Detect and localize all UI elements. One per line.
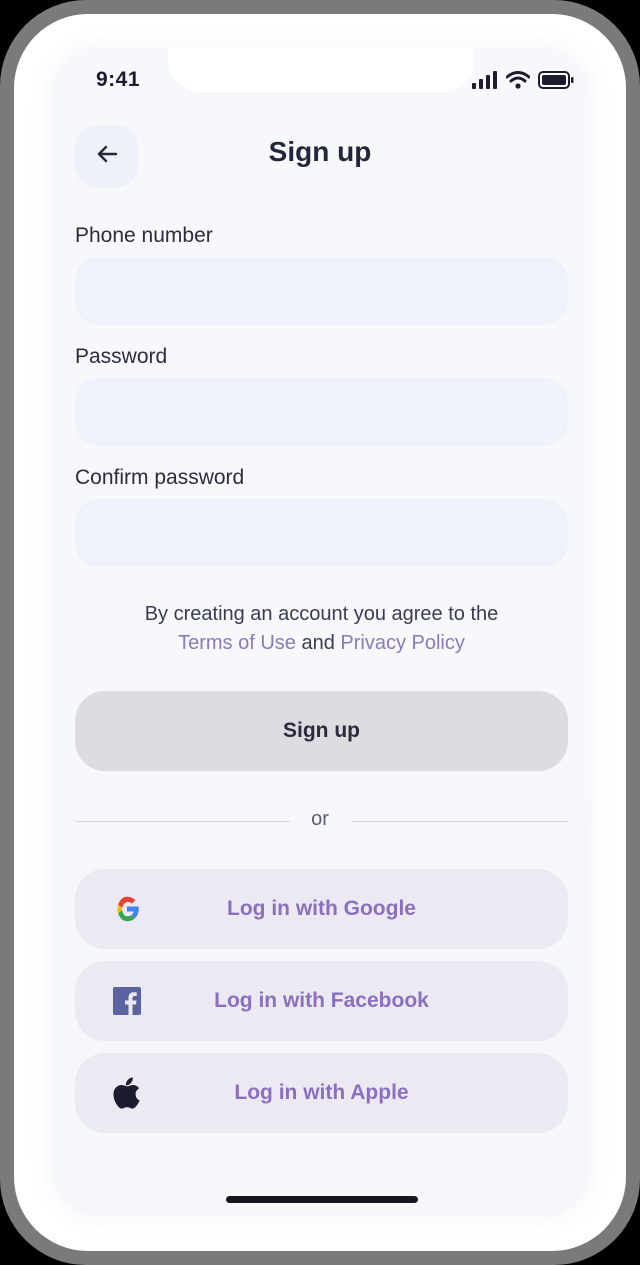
- signal-icon: [472, 70, 498, 94]
- divider-or: or: [311, 808, 329, 830]
- divider-line-left: [75, 821, 290, 822]
- confirm-password-input[interactable]: [75, 499, 568, 567]
- terms-of-use-link[interactable]: Terms of Use: [178, 632, 296, 654]
- arrow-left-icon: [96, 145, 118, 168]
- battery-icon: [538, 70, 574, 94]
- wifi-icon: [505, 70, 531, 94]
- facebook-login-label: Log in with Facebook: [214, 989, 429, 1012]
- home-indicator: [226, 1196, 418, 1203]
- terms-notice: By creating an account you agree to the …: [75, 600, 568, 658]
- privacy-policy-link[interactable]: Privacy Policy: [340, 632, 464, 654]
- google-login-button[interactable]: Log in with Google: [75, 869, 568, 949]
- apple-login-button[interactable]: Log in with Apple: [75, 1053, 568, 1133]
- confirm-password-label: Confirm password: [75, 466, 245, 489]
- terms-connector: and: [301, 632, 335, 654]
- facebook-login-button[interactable]: Log in with Facebook: [75, 961, 568, 1041]
- page-title: Sign up: [268, 136, 372, 167]
- status-time: 9:41: [96, 68, 141, 91]
- apple-login-label: Log in with Apple: [234, 1081, 409, 1104]
- divider-line-right: [352, 821, 568, 822]
- status-icons: [472, 70, 574, 94]
- phone-number-label: Phone number: [75, 224, 213, 247]
- back-button[interactable]: [75, 125, 138, 188]
- phone-number-input[interactable]: [75, 257, 568, 325]
- terms-prefix: By creating an account you agree to the: [144, 603, 499, 625]
- google-login-label: Log in with Google: [227, 897, 416, 920]
- password-label: Password: [75, 345, 168, 368]
- password-input[interactable]: [75, 378, 568, 446]
- sign-up-button[interactable]: Sign up: [75, 691, 568, 771]
- notch: [168, 48, 474, 92]
